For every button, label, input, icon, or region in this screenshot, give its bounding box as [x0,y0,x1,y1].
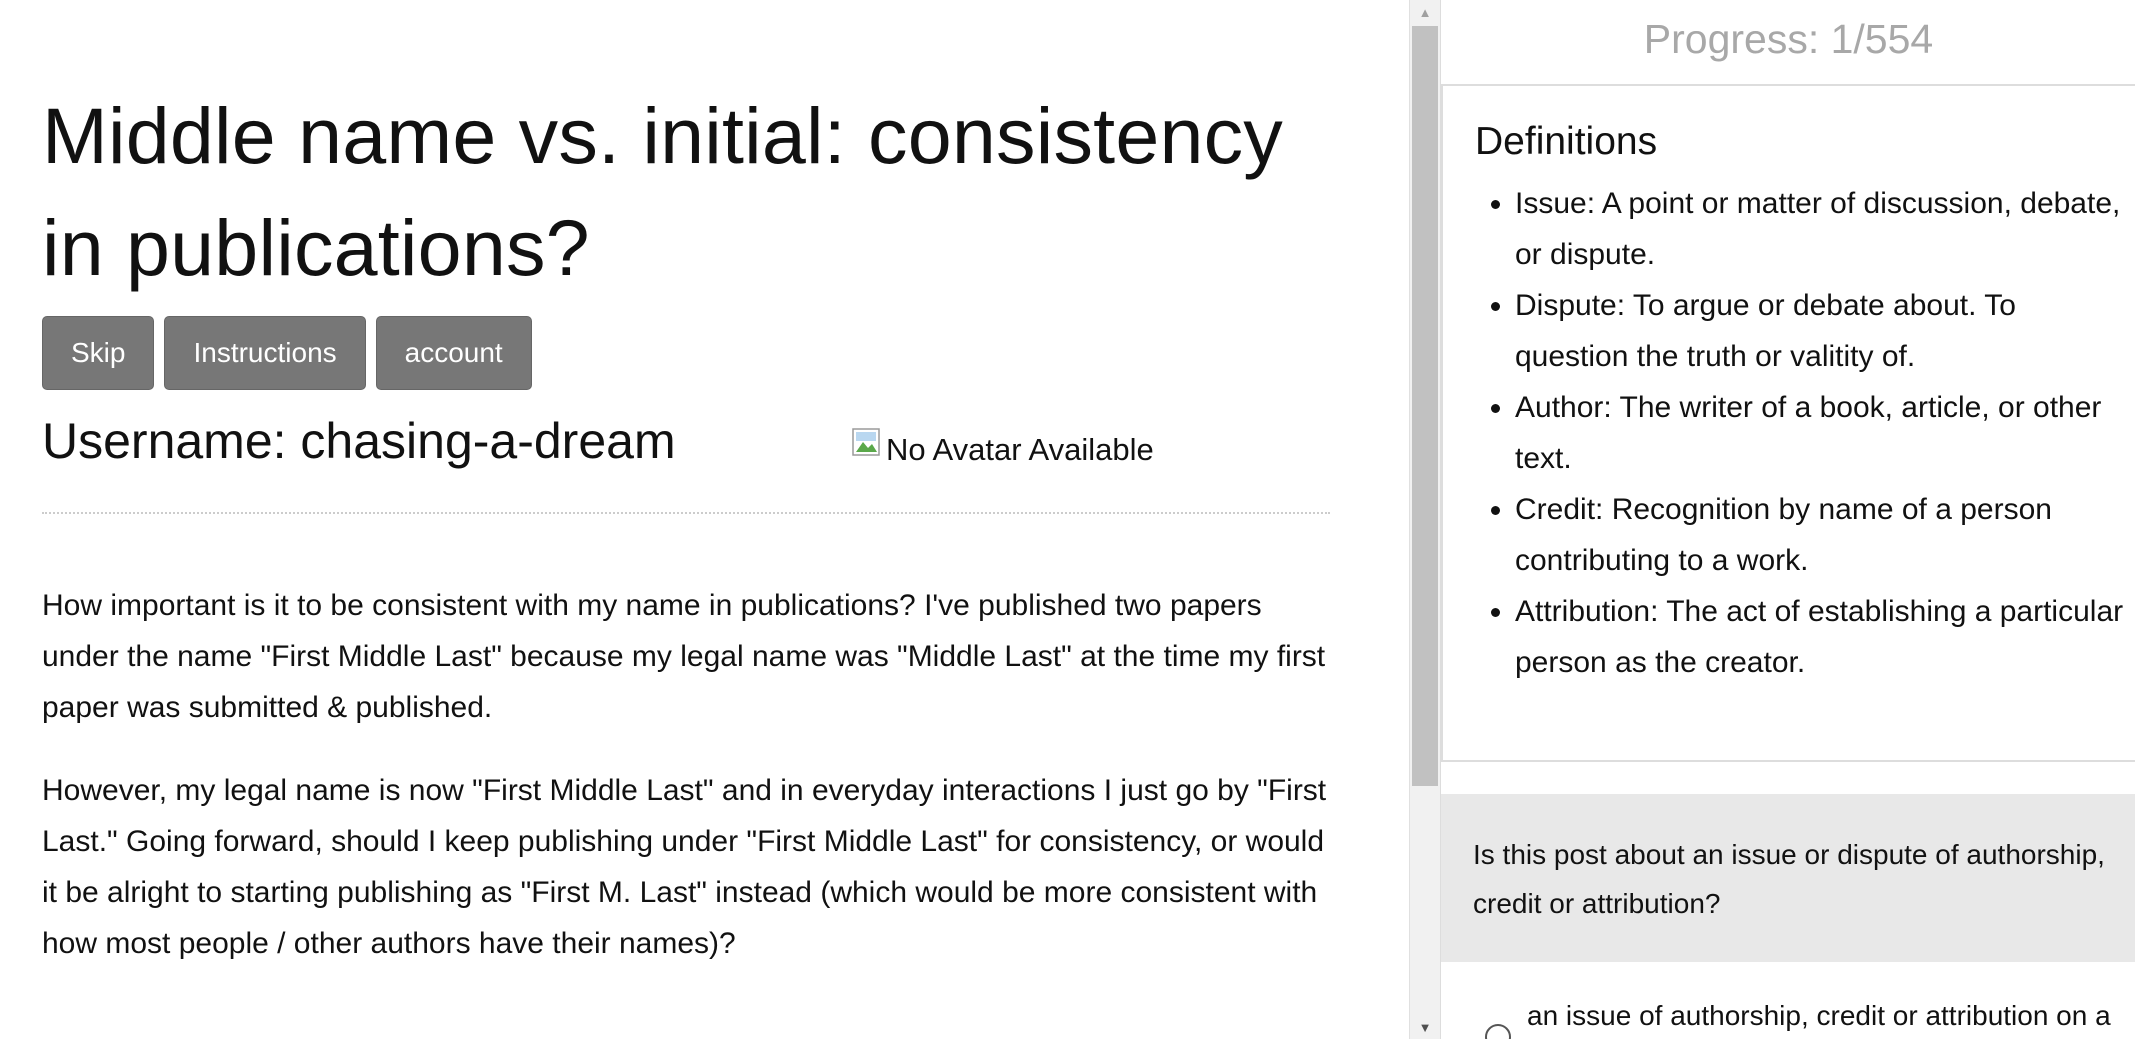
definition-item: Issue: A point or matter of discussion, … [1515,178,2135,280]
annotation-sidebar: Progress: 1/554 Definitions Issue: A poi… [1440,0,2135,1039]
radio-button[interactable] [1485,1024,1511,1039]
definitions-panel: Definitions Issue: A point or matter of … [1441,84,2135,762]
avatar-alt-text: No Avatar Available [886,432,1154,467]
post-content: Middle name vs. initial: consistency in … [42,0,1330,1001]
scroll-thumb[interactable] [1412,26,1438,786]
definition-item: Credit: Recognition by name of a person … [1515,484,2135,586]
triangle-up-icon[interactable]: ▲ [1410,0,1440,24]
answer-option-label: an issue of authorship, credit or attrib… [1527,1000,2111,1031]
post-body: How important is it to be consistent wit… [42,580,1330,969]
definition-item: Dispute: To argue or debate about. To qu… [1515,280,2135,382]
definitions-list: Issue: A point or matter of discussion, … [1475,178,2135,688]
username: Username: chasing-a-dream [42,413,676,469]
post-paragraph: How important is it to be consistent wit… [42,589,1326,724]
post-title: Middle name vs. initial: consistency in … [42,91,1283,292]
question-prompt: Is this post about an issue or dispute o… [1441,794,2135,962]
answer-option[interactable]: an issue of authorship, credit or attrib… [1441,962,2135,1039]
skip-button[interactable]: Skip [42,316,155,390]
triangle-down-icon[interactable]: ▼ [1410,1015,1440,1039]
avatar: No Avatar Available [852,428,1154,468]
definition-item: Author: The writer of a book, article, o… [1515,382,2135,484]
definition-item: Attribution: The act of establishing a p… [1515,586,2135,688]
user-row: Username: chasing-a-dream No Avatar Avai… [42,390,1330,508]
broken-image-icon [852,428,884,460]
instructions-button[interactable]: Instructions [164,316,366,390]
definitions-title: Definitions [1475,120,1658,163]
post-paragraph: However, my legal name is now "First Mid… [42,774,1327,960]
post-pane: Middle name vs. initial: consistency in … [0,0,1409,1039]
progress-indicator: Progress: 1/554 [1643,16,1934,62]
action-buttons: Skip Instructions account [42,316,1330,390]
vertical-scrollbar[interactable]: ▲ ▼ [1409,0,1440,1039]
account-button[interactable]: account [375,316,532,390]
divider [42,512,1330,514]
